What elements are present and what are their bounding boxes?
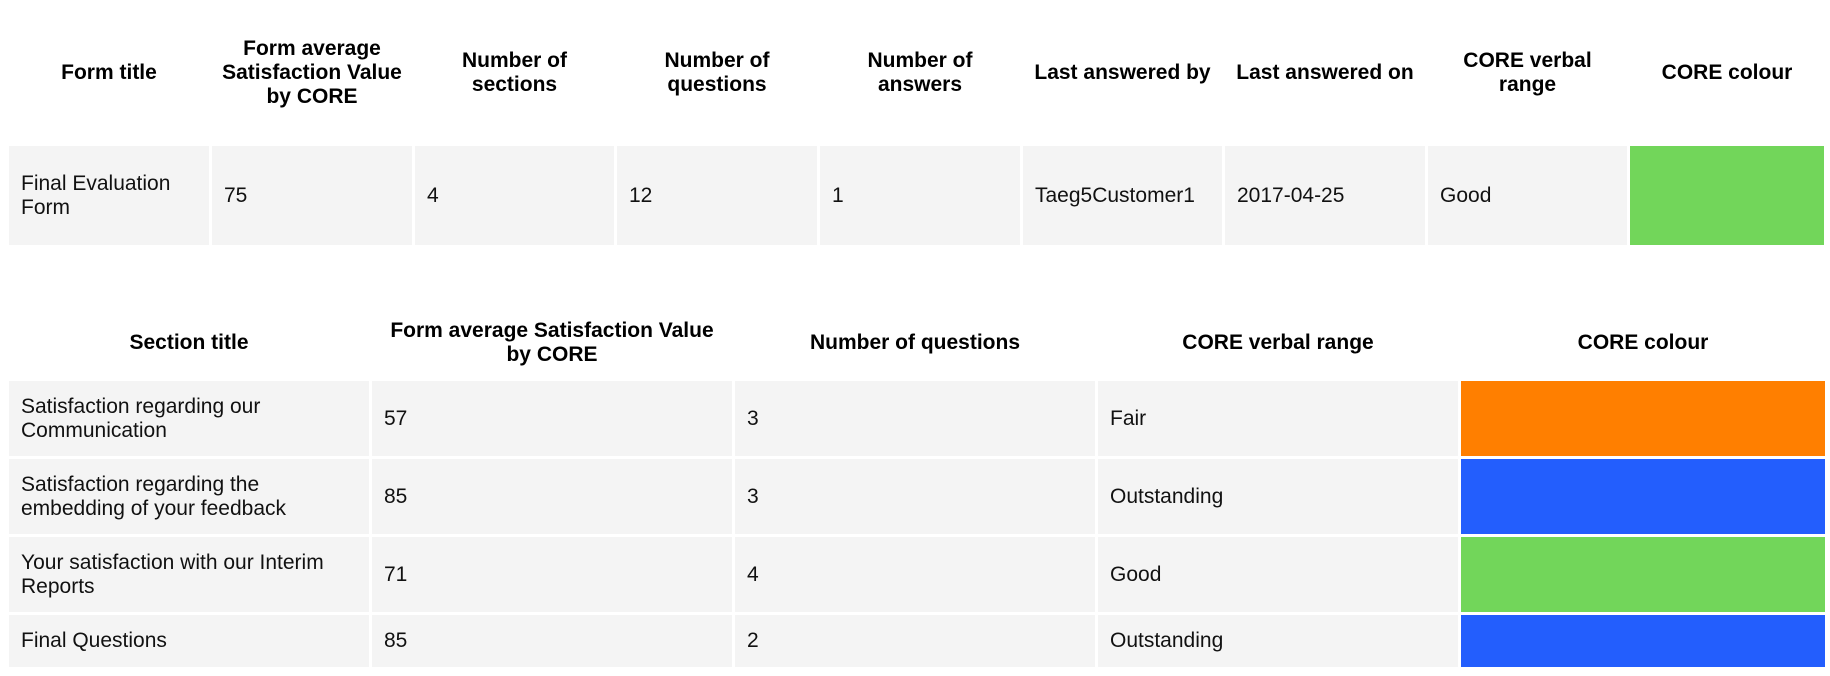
section-number-of-questions-cell: 2: [735, 615, 1095, 667]
header-core-colour: CORE colour: [1661, 61, 1793, 84]
header-last-answered-by: Last answered by: [1034, 61, 1211, 84]
section-core-verbal-range-cell: Fair: [1098, 381, 1458, 456]
header-section-title: Section title: [129, 331, 249, 354]
section-avg-satisfaction-cell: 85: [372, 615, 732, 667]
form-row: Final Evaluation Form 75 4 12 1 Taeg5Cus…: [9, 146, 1824, 245]
section-core-verbal-range-cell: Outstanding: [1098, 615, 1458, 667]
header-number-of-questions: Number of questions: [664, 49, 770, 96]
last-answered-on-cell: 2017-04-25: [1225, 146, 1425, 245]
number-of-answers-cell: 1: [820, 146, 1020, 245]
header-section-core-verbal-range: CORE verbal range: [1182, 331, 1374, 354]
section-row: Satisfaction regarding our Communication…: [9, 381, 1825, 456]
section-core-verbal-range-cell: Outstanding: [1098, 459, 1458, 534]
section-row: Final Questions 85 2 Outstanding: [9, 615, 1825, 667]
core-colour-swatch: [1630, 146, 1824, 245]
header-form-title: Form title: [61, 61, 157, 84]
section-avg-satisfaction-cell: 71: [372, 537, 732, 612]
header-number-of-sections: Number of sections: [462, 49, 567, 96]
header-avg-satisfaction: Form average Satisfaction Value by CORE: [222, 37, 402, 108]
header-last-answered-on: Last answered on: [1236, 61, 1414, 84]
section-row: Satisfaction regarding the embedding of …: [9, 459, 1825, 534]
avg-satisfaction-cell: 75: [212, 146, 412, 245]
header-core-verbal-range: CORE verbal range: [1463, 49, 1592, 96]
section-row: Your satisfaction with our Interim Repor…: [9, 537, 1825, 612]
section-core-colour-swatch: [1461, 537, 1825, 612]
section-core-colour-swatch: [1461, 381, 1825, 456]
section-core-colour-swatch: [1461, 615, 1825, 667]
section-number-of-questions-cell: 3: [735, 381, 1095, 456]
header-section-number-of-questions: Number of questions: [809, 331, 1020, 354]
header-section-core-colour: CORE colour: [1577, 331, 1709, 354]
last-answered-by-cell: Taeg5Customer1: [1023, 146, 1222, 245]
header-number-of-answers: Number of answers: [867, 49, 973, 96]
section-title-cell: Satisfaction regarding the embedding of …: [9, 459, 369, 534]
section-avg-satisfaction-cell: 57: [372, 381, 732, 456]
section-title-cell: Your satisfaction with our Interim Repor…: [9, 537, 369, 612]
section-title-cell: Satisfaction regarding our Communication: [9, 381, 369, 456]
section-core-verbal-range-cell: Good: [1098, 537, 1458, 612]
form-summary-table: Form title Form average Satisfaction Val…: [6, 0, 1827, 248]
form-title-cell: Final Evaluation Form: [9, 146, 209, 245]
section-avg-satisfaction-cell: 85: [372, 459, 732, 534]
section-core-colour-swatch: [1461, 459, 1825, 534]
header-section-avg-satisfaction: Form average Satisfaction Value by CORE: [390, 319, 714, 366]
section-number-of-questions-cell: 4: [735, 537, 1095, 612]
section-summary-table: Section title Form average Satisfaction …: [6, 305, 1828, 670]
number-of-sections-cell: 4: [415, 146, 614, 245]
number-of-questions-cell: 12: [617, 146, 817, 245]
section-number-of-questions-cell: 3: [735, 459, 1095, 534]
section-header-row: Section title Form average Satisfaction …: [9, 308, 1825, 378]
core-verbal-range-cell: Good: [1428, 146, 1627, 245]
section-title-cell: Final Questions: [9, 615, 369, 667]
form-header-row: Form title Form average Satisfaction Val…: [9, 3, 1824, 143]
